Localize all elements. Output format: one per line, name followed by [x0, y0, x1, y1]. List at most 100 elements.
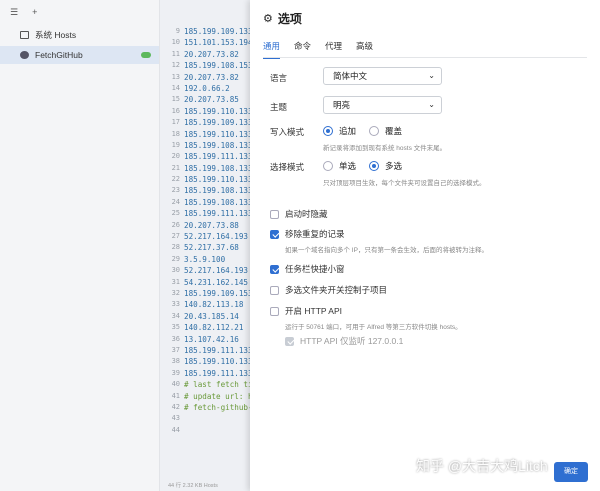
remove-duplicates-checkbox[interactable]: 移除重复的记录 [270, 228, 345, 240]
write-mode-hint: 新记录将添加到现有系统 hosts 文件末尾。 [323, 145, 447, 152]
line-number: 10 [171, 38, 180, 47]
sidebar: ☰ + 系统 Hosts FetchGitHub [0, 0, 160, 491]
code-line: 185.199.108.133 [184, 186, 250, 196]
line-number: 38 [171, 357, 180, 366]
line-number: 26 [171, 220, 180, 229]
select-mode-radios: 单选 多选 [323, 160, 402, 172]
hosts-editor[interactable]: 9 10 11 12 13 14 15 16 17 18 19 20 21 22 23 24 25 26 27 28 2… [160, 0, 250, 491]
checkbox-label: 移除重复的记录 [285, 229, 345, 239]
write-mode-radios: 追加 覆盖 [323, 125, 402, 137]
sidebar-item-label: FetchGitHub [35, 50, 83, 60]
checkbox-icon [270, 229, 279, 239]
line-number: 9 [175, 27, 180, 35]
add-icon[interactable]: + [32, 7, 37, 17]
code-line: 52.217.37.68 [184, 243, 239, 253]
code-line: 20.207.73.82 [184, 49, 239, 59]
globe-icon [20, 51, 29, 59]
checkbox-label: HTTP API 仅监听 127.0.0.1 [300, 336, 404, 346]
language-label: 语言 [270, 73, 288, 83]
dialog-title-text: 选项 [277, 12, 302, 26]
theme-select[interactable]: 明亮 ⌄ [323, 96, 442, 114]
write-mode-label: 写入模式 [270, 127, 305, 137]
code-line: 192.0.66.2 [184, 83, 230, 93]
code-line: 185.199.108.133 [184, 197, 250, 207]
monitor-icon [20, 31, 29, 39]
line-number: 44 [171, 425, 180, 434]
http-api-checkbox[interactable]: 开启 HTTP API [270, 305, 342, 317]
line-number: 28 [171, 243, 180, 252]
code-line: # last fetch time [184, 380, 250, 390]
select-mode-single[interactable]: 单选 [323, 160, 356, 172]
remove-duplicates-hint: 如果一个域名指向多个 IP，只有第一条会生效，后面的将被转为注释。 [285, 247, 488, 254]
checkbox-icon [270, 285, 279, 295]
sidebar-item-fetchgithub[interactable]: FetchGitHub [0, 46, 159, 64]
chevron-down-icon: ⌄ [428, 71, 435, 80]
enable-toggle[interactable] [141, 52, 151, 58]
code-line: # fetch-github- [184, 402, 250, 412]
line-number: 13 [171, 72, 180, 81]
language-select[interactable]: 简体中文 ⌄ [323, 67, 442, 85]
line-number: 32 [171, 288, 180, 297]
line-number: 23 [171, 186, 180, 195]
write-mode-overwrite[interactable]: 覆盖 [369, 125, 402, 137]
write-mode-append[interactable]: 追加 [323, 125, 356, 137]
theme-value: 明亮 [333, 100, 351, 110]
code-lines[interactable]: 185.199.109.133 151.101.153.194 20.207.73.… [184, 26, 250, 436]
select-mode-multi[interactable]: 多选 [369, 160, 402, 172]
line-number: 19 [171, 140, 180, 149]
checkbox-icon [270, 306, 279, 316]
editor-status: 44 行 2.32 KB Hosts [160, 481, 250, 491]
line-number: 39 [171, 368, 180, 377]
code-line: 52.217.164.193 [184, 266, 249, 276]
line-number: 27 [171, 232, 180, 241]
line-number: 41 [171, 391, 180, 400]
line-number: 22 [171, 175, 180, 184]
code-line: 185.199.110.133 [184, 106, 250, 116]
code-line: # update url: h [184, 391, 250, 401]
code-line: 54.231.162.145 [184, 277, 249, 287]
radio-label: 覆盖 [385, 126, 403, 136]
line-number: 30 [171, 266, 180, 275]
code-line: 140.82.112.21 [184, 323, 244, 333]
line-number: 36 [171, 334, 180, 343]
line-number: 18 [171, 129, 180, 138]
code-line: 185.199.108.133 [184, 163, 250, 173]
folder-switch-children-checkbox[interactable]: 多选文件夹开关控制子项目 [270, 284, 387, 296]
code-line: 185.199.109.153 [184, 288, 250, 298]
code-line: 185.199.110.133 [184, 175, 250, 185]
checkbox-icon [285, 336, 294, 346]
line-number: 25 [171, 209, 180, 218]
checkbox-label: 启动时隐藏 [285, 209, 328, 219]
line-number: 31 [171, 277, 180, 286]
tray-mini-window-checkbox[interactable]: 任务栏快捷小窗 [270, 263, 345, 275]
ok-button[interactable]: 确定 [554, 462, 588, 482]
language-value: 简体中文 [333, 71, 368, 81]
select-mode-hint: 只对顶层项目生效，每个文件夹可设置自己的选择模式。 [323, 180, 486, 187]
settings-icon: ⚙ [263, 13, 273, 25]
checkbox-label: 任务栏快捷小窗 [285, 264, 345, 274]
code-line: 185.199.109.133 [184, 27, 250, 36]
checkbox-label: 多选文件夹开关控制子项目 [285, 285, 388, 295]
code-line: 20.207.73.82 [184, 72, 239, 82]
code-line: 185.199.108.133 [184, 140, 250, 150]
line-number: 11 [171, 49, 180, 58]
line-number: 37 [171, 345, 180, 354]
line-number: 14 [171, 83, 180, 92]
code-line: 20.43.185.14 [184, 311, 239, 321]
line-number: 20 [171, 152, 180, 161]
sidebar-item-system-hosts[interactable]: 系统 Hosts [0, 26, 159, 44]
http-api-localhost-checkbox[interactable]: HTTP API 仅监听 127.0.0.1 [285, 335, 403, 347]
tab-divider [263, 57, 587, 58]
code-line: 140.82.113.18 [184, 300, 244, 310]
line-number: 12 [171, 61, 180, 70]
radio-icon [369, 126, 380, 136]
code-line: 185.199.111.133 [184, 152, 250, 162]
line-number: 42 [171, 402, 180, 411]
select-mode-label: 选择模式 [270, 162, 305, 172]
radio-icon [369, 161, 380, 171]
options-dialog: ⚙ 选项 通用 命令 代理 高级 语言 简体中文 ⌄ 主题 明亮 ⌄ 写入模式 … [250, 0, 600, 491]
code-line: 185.199.111.133 [184, 209, 250, 219]
sidebar-toggle-icon[interactable]: ☰ [10, 7, 18, 18]
code-line: 185.199.110.133 [184, 129, 250, 139]
hide-on-start-checkbox[interactable]: 启动时隐藏 [270, 208, 328, 220]
